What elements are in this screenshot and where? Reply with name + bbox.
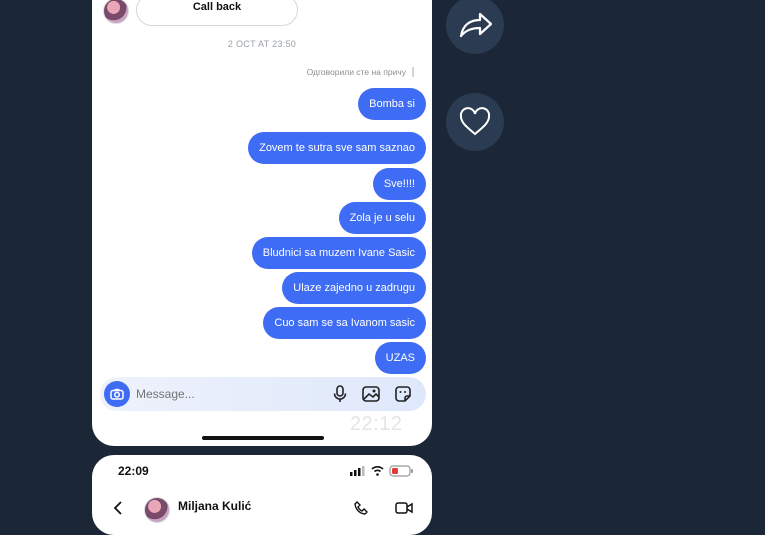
message-bubble: Bludnici sa muzem Ivane Sasic bbox=[251, 237, 426, 269]
message-timestamp: 2 OCT AT 23:50 bbox=[227, 39, 297, 49]
contact-avatar bbox=[103, 0, 129, 24]
call-back-button[interactable]: Call back bbox=[136, 0, 298, 26]
message-bubble: UZAS bbox=[374, 342, 426, 374]
message-bubble: Bomba si bbox=[358, 88, 426, 120]
back-icon[interactable] bbox=[112, 501, 124, 515]
video-call-icon[interactable] bbox=[395, 501, 413, 515]
status-icons bbox=[350, 465, 413, 477]
message-bubble: Sve!!!! bbox=[372, 168, 426, 200]
message-bubble: Zovem te sutra sve sam saznao bbox=[248, 132, 426, 164]
status-time: 22:09 bbox=[118, 464, 149, 478]
gallery-icon[interactable] bbox=[361, 384, 381, 404]
message-bubble: Cuo sam se sa Ivanom sasic bbox=[263, 307, 426, 339]
sticker-icon[interactable] bbox=[393, 384, 413, 404]
like-icon bbox=[459, 107, 491, 136]
share-button[interactable] bbox=[446, 0, 504, 54]
time-watermark: 22:12 bbox=[350, 413, 403, 435]
second-screenshot: 22:09 Miljana Kulić bbox=[92, 455, 432, 535]
message-bubble: Ulaze zajedno u zadrugu bbox=[282, 272, 426, 304]
share-icon bbox=[459, 12, 493, 38]
chat-screenshot: Call back 2 OCT AT 23:50 Одговорили сте … bbox=[92, 0, 432, 446]
camera-icon[interactable] bbox=[104, 381, 130, 407]
contact-name: Miljana Kulić bbox=[178, 499, 252, 513]
replied-to-story-label: Одговорили сте на причу bbox=[307, 67, 414, 77]
call-icon[interactable] bbox=[354, 501, 368, 515]
home-indicator bbox=[202, 436, 324, 440]
message-bubble: Zola je u selu bbox=[338, 202, 426, 234]
message-composer bbox=[100, 377, 426, 411]
contact-avatar bbox=[144, 497, 170, 523]
message-input[interactable] bbox=[136, 377, 286, 411]
microphone-icon[interactable] bbox=[330, 384, 350, 404]
like-button[interactable] bbox=[446, 93, 504, 151]
